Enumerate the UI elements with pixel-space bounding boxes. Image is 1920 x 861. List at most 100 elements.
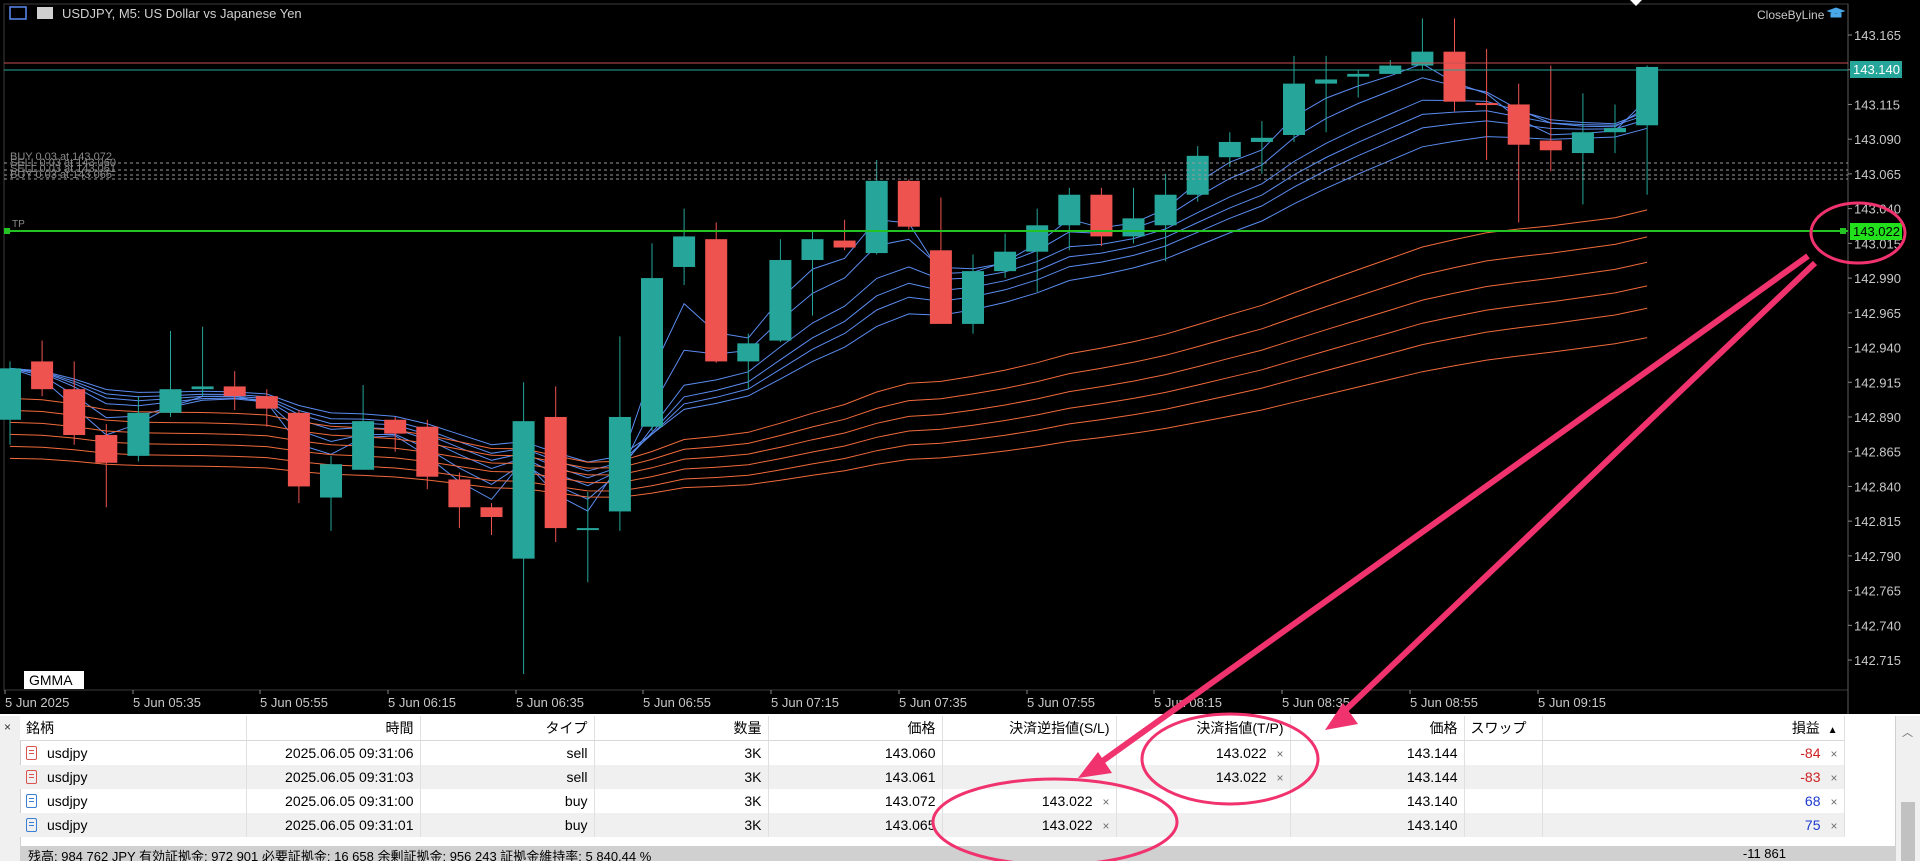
profit-cell-value: 75 — [1804, 817, 1821, 833]
time-axis-label: 5 Jun 05:55 — [260, 695, 328, 710]
chart-type-icon[interactable] — [37, 7, 53, 19]
candle-body — [641, 278, 663, 427]
col-header-current-price[interactable]: 価格 — [1290, 716, 1465, 741]
symbol-cell: usdjpy — [20, 765, 247, 789]
remove-level-icon[interactable]: × — [1276, 747, 1283, 761]
price-chart[interactable]: BUY 0.03 at 143.072 SELL 0.03 at 143.060 S… — [0, 0, 1920, 714]
scrollbar-thumb[interactable] — [1901, 802, 1915, 861]
open-price-cell: 143.060 — [768, 740, 943, 765]
type-cell: sell — [420, 740, 595, 765]
swap-cell — [1464, 789, 1543, 813]
open-price-cell-value: 143.061 — [884, 769, 936, 785]
candle-body — [1315, 79, 1338, 84]
close-position-icon[interactable]: × — [1830, 747, 1837, 761]
stop-loss-cell-value: 143.022 — [1041, 793, 1093, 809]
time-cell: 2025.06.05 09:31:06 — [246, 740, 421, 765]
stop-loss-cell — [942, 765, 1117, 789]
candle-body — [994, 251, 1017, 272]
tp-line-handle-right[interactable] — [1840, 228, 1846, 234]
sort-indicator-icon: ▲ — [1827, 725, 1838, 736]
time-axis-label: 5 Jun 09:15 — [1538, 695, 1606, 710]
col-header-swap[interactable]: スワップ — [1464, 716, 1543, 741]
candle-body — [352, 421, 375, 470]
candle-body — [1571, 132, 1594, 154]
graduation-cap-icon — [1826, 7, 1846, 18]
remove-level-icon[interactable]: × — [1276, 771, 1283, 785]
current-price-cell: 143.144 — [1290, 740, 1465, 765]
price-axis-label: 142.940 — [1854, 341, 1901, 356]
price-axis-label: 142.890 — [1854, 410, 1901, 425]
candle-body — [320, 464, 342, 498]
chart-grid-icon[interactable] — [9, 6, 27, 20]
col-header-volume[interactable]: 数量 — [594, 716, 769, 741]
scroll-marker-icon[interactable] — [1630, 0, 1642, 6]
take-profit-cell: 143.022 × — [1116, 765, 1291, 789]
chart-canvas[interactable]: BUY 0.03 at 143.072SELL 0.03 at 143.060S… — [0, 0, 1920, 714]
account-status-row: 残高: 984 762 JPY 有効証拠金: 972 901 必要証拠金: 16… — [20, 846, 1896, 861]
profit-cell: 75 × — [1542, 813, 1845, 837]
gmma-short-line — [9, 127, 1648, 463]
close-position-icon[interactable]: × — [1830, 771, 1837, 785]
symbol-cell: usdjpy — [20, 789, 247, 813]
position-doc-icon — [26, 770, 37, 784]
candle-body — [1475, 103, 1498, 106]
profit-cell-value: -83 — [1800, 769, 1821, 785]
price-axis-label: 142.715 — [1854, 653, 1901, 668]
time-axis-label: 5 Jun 05:35 — [133, 695, 201, 710]
col-header-symbol[interactable]: 銘柄 — [20, 716, 247, 741]
order-line-label: BUY 0.03 at 143.065 — [10, 169, 112, 181]
gmma-short-line — [9, 63, 1648, 512]
price-axis-label: 142.840 — [1854, 479, 1901, 494]
tp-price-text: 143.022 — [1853, 224, 1900, 239]
remove-level-icon[interactable]: × — [1102, 795, 1109, 809]
col-header-profit[interactable]: 損益 ▲ — [1542, 716, 1845, 741]
type-cell-value: sell — [566, 745, 588, 761]
chart-symbol-title: USDJPY, M5: US Dollar vs Japanese Yen — [62, 6, 302, 21]
profit-cell-value: -84 — [1800, 745, 1821, 761]
take-profit-cell: 143.022 × — [1116, 740, 1291, 765]
price-axis-label: 143.040 — [1854, 202, 1901, 217]
terminal-scrollbar[interactable]: ︿ — [1895, 716, 1920, 861]
price-axis-label: 143.115 — [1854, 97, 1900, 112]
position-doc-icon — [26, 746, 37, 760]
table-row[interactable]: usdjpy 2025.06.05 09:31:01 buy 3K 143.065 143… — [20, 813, 1845, 837]
total-profit: -11 861 — [1742, 846, 1786, 861]
candle-body — [1507, 104, 1530, 145]
current-price-cell: 143.144 — [1290, 765, 1465, 789]
col-header-open-price[interactable]: 価格 — [768, 716, 943, 741]
table-row[interactable]: usdjpy 2025.06.05 09:31:00 buy 3K 143.072 143… — [20, 789, 1845, 813]
close-icon[interactable]: × — [4, 720, 11, 734]
tp-line-handle-left[interactable] — [4, 228, 10, 234]
time-cell-value: 2025.06.05 09:31:00 — [285, 793, 414, 809]
candle-body — [801, 239, 824, 261]
close-position-icon[interactable]: × — [1830, 795, 1837, 809]
price-axis-label: 142.740 — [1854, 618, 1901, 633]
open-price-cell: 143.061 — [768, 765, 943, 789]
candle-body — [833, 240, 856, 248]
scroll-up-icon[interactable]: ︿ — [1902, 724, 1913, 740]
table-row[interactable]: usdjpy 2025.06.05 09:31:06 sell 3K 143.060 14… — [20, 740, 1845, 765]
take-profit-cell-value: 143.022 — [1215, 745, 1267, 761]
candle-body — [705, 239, 728, 362]
col-header-time[interactable]: 時間 — [246, 716, 421, 741]
candle-body — [1283, 83, 1305, 136]
col-header-take-profit[interactable]: 決済指値(T/P) — [1116, 716, 1291, 741]
col-header-type[interactable]: タイプ — [420, 716, 595, 741]
open-price-cell-value: 143.065 — [884, 817, 936, 833]
candle-body — [897, 180, 920, 227]
time-cell-value: 2025.06.05 09:31:01 — [285, 817, 414, 833]
symbol-cell: usdjpy — [20, 740, 247, 765]
indicator-label-text: GMMA — [29, 672, 73, 688]
profit-cell: 68 × — [1542, 789, 1845, 813]
symbol-cell-value: usdjpy — [47, 793, 88, 809]
symbol-cell-value: usdjpy — [47, 745, 88, 761]
type-cell: sell — [420, 765, 595, 789]
stop-loss-cell: 143.022 × — [942, 813, 1117, 837]
remove-level-icon[interactable]: × — [1102, 819, 1109, 833]
table-row[interactable]: usdjpy 2025.06.05 09:31:03 sell 3K 143.061 14… — [20, 765, 1845, 789]
candle-body — [737, 343, 760, 362]
close-position-icon[interactable]: × — [1830, 819, 1837, 833]
take-profit-cell-value: 143.022 — [1215, 769, 1267, 785]
col-header-stop-loss[interactable]: 決済逆指値(S/L) — [942, 716, 1117, 741]
stop-loss-cell-value: 143.022 — [1041, 817, 1093, 833]
